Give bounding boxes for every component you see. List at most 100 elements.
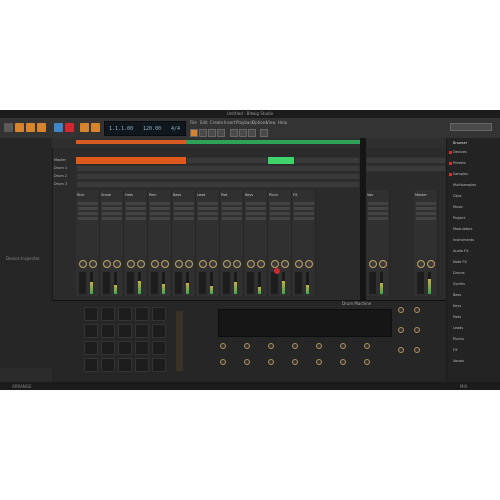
send-knob[interactable] — [89, 260, 97, 268]
browser-item[interactable]: Leads — [453, 326, 463, 330]
send-knob[interactable] — [209, 260, 217, 268]
drum-pad[interactable] — [84, 341, 98, 355]
send-knob[interactable] — [233, 260, 241, 268]
device-slot[interactable] — [174, 202, 194, 205]
drum-pad[interactable] — [118, 358, 132, 372]
device-slot[interactable] — [246, 202, 266, 205]
volume-fader[interactable] — [151, 272, 158, 294]
eraser-tool-icon[interactable] — [208, 129, 216, 137]
volume-fader[interactable] — [369, 272, 376, 294]
empty-clip-slot[interactable] — [366, 165, 446, 172]
device-slot[interactable] — [150, 217, 170, 220]
send-knob[interactable] — [427, 260, 435, 268]
drum-pad[interactable] — [84, 307, 98, 321]
record-arm-icon[interactable] — [274, 268, 280, 274]
record-button[interactable] — [65, 123, 74, 132]
fx-knob[interactable] — [414, 347, 420, 353]
device-slot[interactable] — [222, 202, 242, 205]
strip-name[interactable]: Hats — [125, 193, 133, 197]
pan-knob[interactable] — [151, 260, 159, 268]
drum-pad[interactable] — [101, 307, 115, 321]
send-knob[interactable] — [113, 260, 121, 268]
empty-clip-slot[interactable] — [294, 157, 360, 164]
pan-knob[interactable] — [103, 260, 111, 268]
device-knob[interactable] — [316, 359, 322, 365]
device-slot[interactable] — [294, 207, 314, 210]
drum-pad[interactable] — [118, 341, 132, 355]
device-slot[interactable] — [102, 217, 122, 220]
device-slot[interactable] — [174, 212, 194, 215]
fx-knob[interactable] — [398, 307, 404, 313]
drum-pad[interactable] — [152, 324, 166, 338]
transport-display[interactable]: 1.1.1.00 120.00 4/4 — [104, 121, 186, 136]
device-knob[interactable] — [364, 343, 370, 349]
drum-pad[interactable] — [135, 358, 149, 372]
device-knob[interactable] — [220, 343, 226, 349]
drum-pad[interactable] — [152, 307, 166, 321]
device-slot[interactable] — [78, 207, 98, 210]
device-knob[interactable] — [244, 343, 250, 349]
volume-fader[interactable] — [79, 272, 86, 294]
send-knob[interactable] — [137, 260, 145, 268]
device-slot[interactable] — [174, 217, 194, 220]
clip-orange[interactable] — [76, 157, 186, 164]
drum-pad[interactable] — [152, 341, 166, 355]
pan-knob[interactable] — [369, 260, 377, 268]
device-knob[interactable] — [268, 343, 274, 349]
automation-graph[interactable] — [218, 309, 392, 337]
empty-clip-slot[interactable] — [76, 181, 360, 188]
device-slot[interactable] — [416, 202, 436, 205]
browser-item[interactable]: Pads — [453, 315, 461, 319]
strip-name[interactable]: Perc — [149, 193, 156, 197]
strip-name[interactable]: Snare — [101, 193, 111, 197]
mix-view-button[interactable] — [26, 123, 35, 132]
track-name-master[interactable]: Master — [54, 157, 74, 164]
browser-item[interactable]: Keys — [453, 304, 461, 308]
loop-button[interactable] — [80, 123, 89, 132]
pan-knob[interactable] — [247, 260, 255, 268]
browser-item[interactable]: Drums — [453, 271, 465, 275]
device-slot[interactable] — [78, 217, 98, 220]
volume-fader[interactable] — [199, 272, 206, 294]
strip-name[interactable]: Keys — [245, 193, 253, 197]
menu-insert[interactable]: Insert — [224, 120, 235, 125]
browser-item[interactable]: Samples — [453, 172, 468, 176]
device-slot[interactable] — [102, 207, 122, 210]
volume-fader[interactable] — [247, 272, 254, 294]
send-knob[interactable] — [257, 260, 265, 268]
empty-clip-slot[interactable] — [186, 157, 268, 164]
pan-knob[interactable] — [127, 260, 135, 268]
device-slot[interactable] — [222, 217, 242, 220]
drum-pad[interactable] — [118, 307, 132, 321]
device-slot[interactable] — [270, 207, 290, 210]
device-slot[interactable] — [150, 212, 170, 215]
fx-knob[interactable] — [414, 307, 420, 313]
device-fader[interactable] — [176, 311, 183, 371]
device-slot[interactable] — [416, 212, 436, 215]
drum-pad[interactable] — [101, 324, 115, 338]
status-right[interactable]: MIX — [460, 384, 467, 389]
clip-green[interactable] — [268, 157, 294, 164]
menu-view[interactable]: View — [266, 120, 276, 125]
volume-fader[interactable] — [103, 272, 110, 294]
device-knob[interactable] — [268, 359, 274, 365]
grid-icon[interactable] — [239, 129, 247, 137]
browser-item[interactable]: Multisamples — [453, 183, 476, 187]
device-slot[interactable] — [270, 212, 290, 215]
browser-item[interactable]: Project — [453, 216, 465, 220]
browser-item[interactable]: Presets — [453, 161, 466, 165]
device-slot[interactable] — [294, 212, 314, 215]
drum-pad[interactable] — [135, 307, 149, 321]
device-knob[interactable] — [292, 343, 298, 349]
volume-fader[interactable] — [417, 272, 424, 294]
strip-name[interactable]: Vox — [367, 193, 373, 197]
browser-item[interactable]: Vocals — [453, 359, 464, 363]
device-slot[interactable] — [102, 212, 122, 215]
volume-fader[interactable] — [175, 272, 182, 294]
menu-edit[interactable]: Edit — [200, 120, 208, 125]
device-slot[interactable] — [198, 212, 218, 215]
arrange-view-button[interactable] — [15, 123, 24, 132]
status-left[interactable]: ARRANGE — [12, 384, 32, 389]
device-knob[interactable] — [364, 359, 370, 365]
device-slot[interactable] — [126, 202, 146, 205]
